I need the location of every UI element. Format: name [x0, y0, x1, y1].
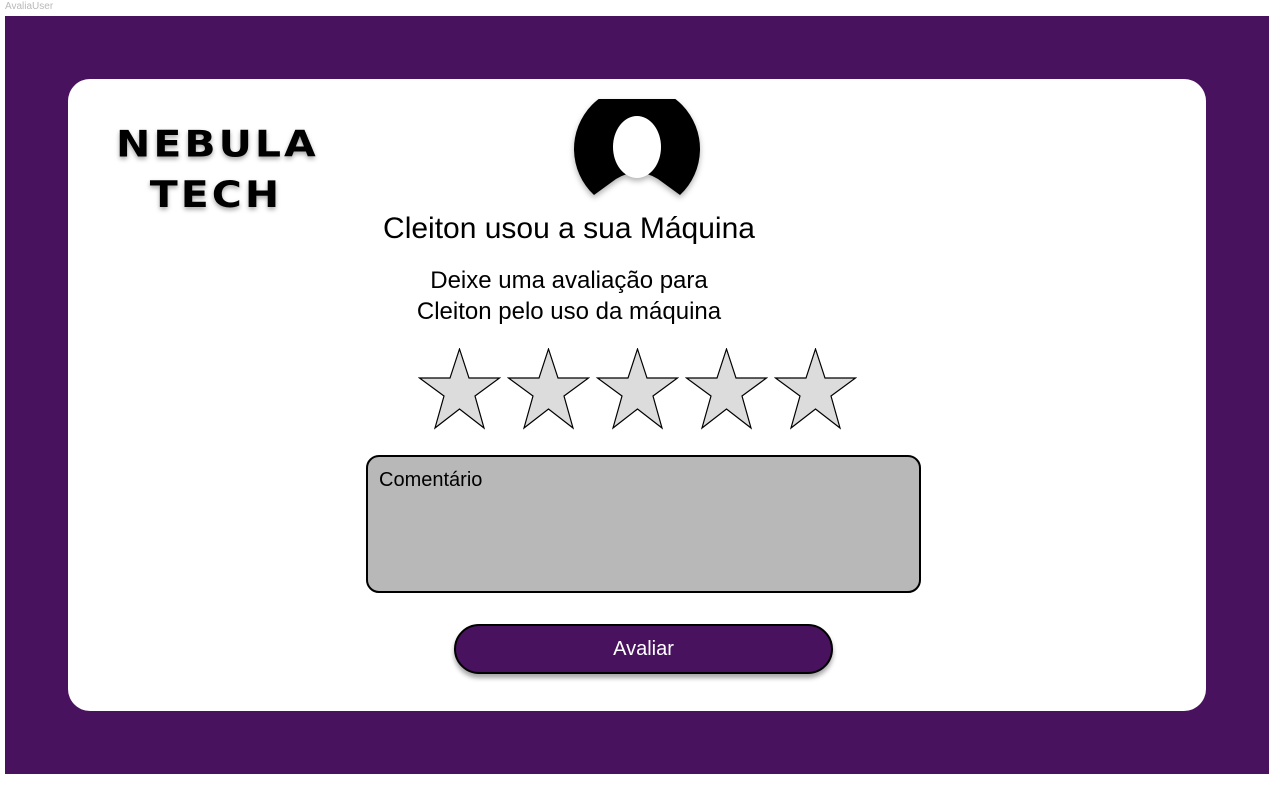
user-avatar-icon — [574, 85, 700, 195]
star-1-icon[interactable] — [418, 348, 501, 430]
submit-rating-button[interactable]: Avaliar — [454, 624, 833, 674]
star-5-icon[interactable] — [774, 348, 857, 430]
avatar — [574, 85, 700, 199]
subtitle-line-2: Cleiton pelo uso da máquina — [416, 298, 722, 325]
page-background: NEBULA TECH Cleiton usou a sua Máquina D… — [5, 16, 1269, 774]
subtitle: Deixe uma avaliação para Cleiton pelo us… — [68, 265, 1206, 327]
rating-card: NEBULA TECH Cleiton usou a sua Máquina D… — [68, 79, 1206, 711]
comment-input[interactable] — [366, 455, 921, 593]
logo-line-1: NEBULA — [116, 122, 319, 166]
star-4-icon[interactable] — [685, 348, 768, 430]
page-title: Cleiton usou a sua Máquina — [383, 212, 755, 245]
frame-label: AvaliaUser — [5, 1, 54, 12]
star-3-icon[interactable] — [596, 348, 679, 430]
star-2-icon[interactable] — [507, 348, 590, 430]
subtitle-line-1: Deixe uma avaliação para — [430, 267, 708, 294]
logo: NEBULA TECH — [116, 119, 316, 220]
star-rating — [418, 348, 857, 430]
